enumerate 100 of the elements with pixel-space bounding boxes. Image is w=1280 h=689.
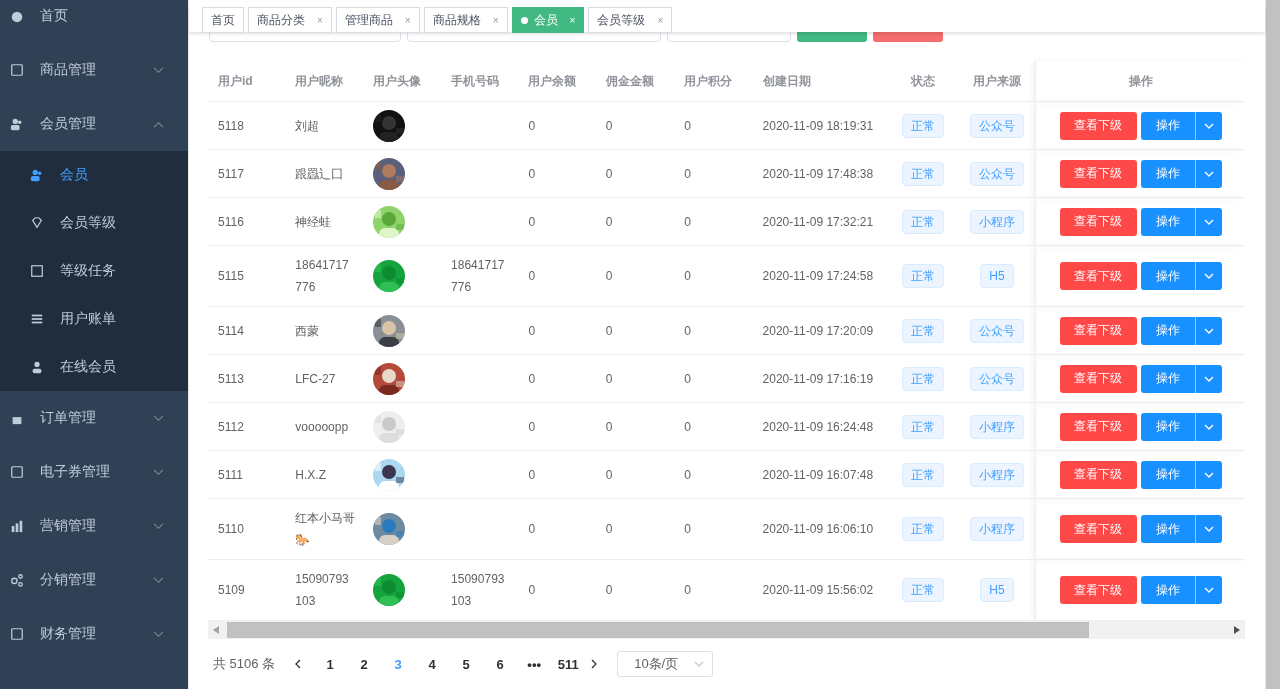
menu-item[interactable]: 商品管理 [0,43,188,97]
view-subordinates-button[interactable]: 查看下级 [1059,412,1137,441]
table-cell: 5117 [218,166,244,181]
view-subordinates-button[interactable]: 查看下级 [1059,576,1137,604]
tab[interactable]: 管理商品 × [335,7,420,33]
submenu-item[interactable]: 会员 [0,151,188,199]
dropdown-button[interactable] [1194,262,1222,290]
page-number[interactable]: 5 [449,656,484,672]
users-icon [30,168,44,182]
dropdown-button[interactable] [1194,111,1222,140]
dropdown-button[interactable] [1194,460,1222,489]
table-cell: 0 [684,522,691,536]
page-number[interactable]: ••• [517,656,552,672]
caret-icon [1203,375,1214,382]
view-subordinates-button[interactable]: 查看下级 [1059,460,1137,489]
dropdown-button[interactable] [1194,316,1222,345]
table-cell: 0 [684,118,691,133]
dropdown-button[interactable] [1194,159,1222,188]
table-cell: 0 [528,214,536,229]
table-cell: 0 [605,371,613,386]
view-subordinates-button[interactable]: 查看下级 [1059,316,1137,345]
chevron-left-icon[interactable] [295,659,302,669]
menu-label: 商品管理 [40,61,97,79]
table-cell: 0 [684,323,691,338]
arrow-left-icon[interactable] [213,626,219,634]
tab[interactable]: 会员等级 × [588,7,673,33]
menu-item[interactable]: 营销管理 [0,499,188,553]
source-tag: H5 [980,578,1014,602]
view-subordinates-button[interactable]: 查看下级 [1059,515,1137,543]
dropdown-button[interactable] [1194,364,1222,393]
table-cell: 0 [528,323,536,338]
column-header: 创建日期 [762,73,811,88]
menu-item[interactable]: 首页 [0,0,188,43]
table-cell: 5118 [218,118,244,133]
submenu-label: 会员等级 [60,214,117,232]
page-number[interactable]: 2 [347,656,382,672]
table-cell: 0 [684,166,691,181]
dropdown-button[interactable] [1194,207,1222,236]
table-cell: 0 [528,467,536,482]
menu-label: 电子券管理 [40,463,111,481]
view-subordinates-button[interactable]: 查看下级 [1059,207,1137,236]
page-size-select[interactable]: 10条/页 [617,651,714,677]
source-tag: 公众号 [969,318,1024,343]
menu-item[interactable]: 订单管理 [0,391,188,445]
caret-icon [1203,587,1214,593]
submenu-item[interactable]: 等级任务 [0,247,188,295]
table-cell: 0 [684,214,691,229]
table-cell-text: 红本小马哥🐎 [295,510,356,549]
view-subordinates-button[interactable]: 查看下级 [1059,262,1137,290]
diamond-icon [30,216,44,230]
menu-item[interactable]: 电子券管理 [0,445,188,499]
caret-icon [1203,273,1214,279]
tab[interactable]: 商品规格 × [423,7,508,33]
menu-label: 订单管理 [40,409,97,427]
table-cell: 0 [605,269,613,283]
page-number[interactable]: 1 [313,656,348,672]
column-header: 用户id [218,73,253,88]
table-cell: 2020-11-09 17:24:58 [762,269,874,283]
menu-label: 财务管理 [40,625,97,643]
page-number[interactable]: 6 [483,656,518,672]
table-cell: 0 [605,166,613,181]
menu-item[interactable]: 会员管理 [0,97,188,151]
dropdown-button[interactable] [1194,412,1222,441]
menu-label: 分销管理 [40,571,97,589]
caret-icon [1203,327,1214,334]
table-cell: 0 [605,583,613,597]
dropdown-button[interactable] [1194,515,1222,543]
status-tag: 正常 [902,318,945,343]
menu-label: 首页 [40,7,69,25]
menu-item[interactable]: 分销管理 [0,553,188,607]
table-cell: 5113 [218,371,244,386]
menu-item[interactable]: 财务管理 [0,607,188,661]
table-cell: 0 [528,371,536,386]
table-cell-text: 18641717776 [451,257,506,296]
arrow-right-icon[interactable] [1234,626,1240,634]
caret-icon [1203,471,1214,478]
table-cell: 5111 [218,467,243,482]
page-number[interactable]: 511 [551,656,586,672]
submenu-item[interactable]: 会员等级 [0,199,188,247]
tab[interactable]: 首页 [202,7,244,33]
view-subordinates-button[interactable]: 查看下级 [1059,159,1137,188]
vertical-scrollbar[interactable] [1265,0,1280,689]
submenu-item[interactable]: 在线会员 [0,343,188,391]
submenu-item[interactable]: 用户账单 [0,295,188,343]
view-subordinates-button[interactable]: 查看下级 [1059,364,1137,393]
source-tag: 公众号 [969,366,1024,391]
page-number[interactable]: 4 [415,656,450,672]
table-cell: 2020-11-09 17:20:09 [762,323,874,338]
column-header: 用户头像 [372,73,421,88]
column-header: 操作 [1128,73,1153,88]
table-cell: 2020-11-09 17:48:38 [762,166,874,181]
dropdown-button[interactable] [1194,576,1222,604]
column-header: 用户昵称 [295,73,344,88]
status-tag: 正常 [902,209,945,234]
tab[interactable]: 商品分类 × [248,7,332,33]
view-subordinates-button[interactable]: 查看下级 [1059,111,1137,140]
chevron-right-icon[interactable] [591,659,598,669]
horizontal-scrollbar[interactable] [208,621,1245,639]
users-icon [10,117,24,131]
table-cell-text: 西蒙 [295,322,321,340]
